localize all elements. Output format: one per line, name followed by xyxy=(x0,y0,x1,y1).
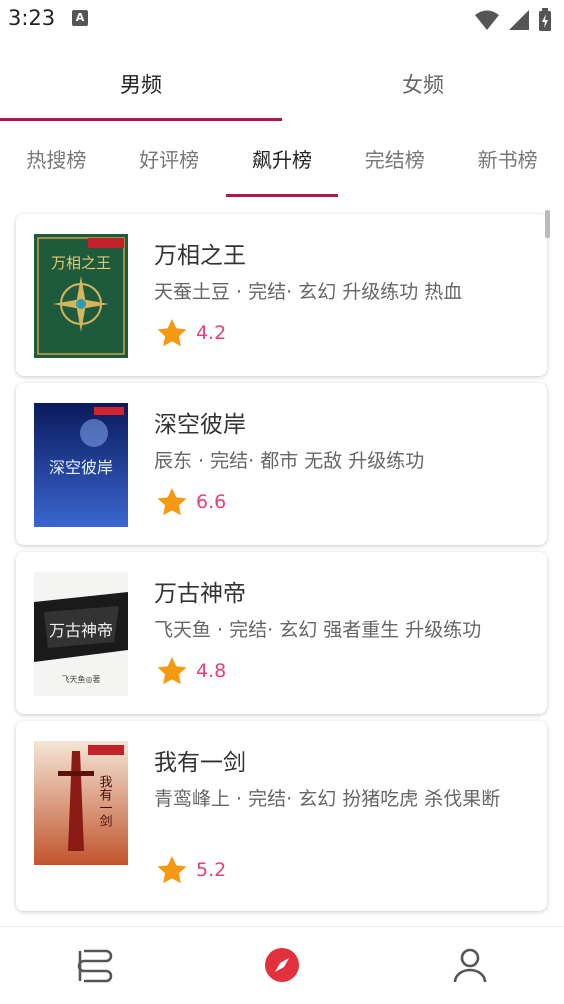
svg-text:飞天鱼◎著: 飞天鱼◎著 xyxy=(62,674,101,684)
screen: 3:23 A 男频 女频 热搜榜 好评榜 飙升榜 完结榜 新书榜 万相之王 万相… xyxy=(0,0,564,1004)
svg-text:万相之王: 万相之王 xyxy=(51,254,111,272)
tab-female[interactable]: 女频 xyxy=(282,52,564,118)
rank-tab-indicator xyxy=(226,194,338,197)
battery-icon xyxy=(539,8,551,31)
nav-profile[interactable] xyxy=(450,945,490,985)
rating-value: 4.8 xyxy=(196,660,227,682)
book-card[interactable]: 万古神帝 飞天鱼◎著 万古神帝 飞天鱼 · 完结· 玄幻 强者重生 升级练功 4… xyxy=(16,552,547,714)
svg-text:万古神帝: 万古神帝 xyxy=(49,621,113,640)
signal-icon xyxy=(509,10,529,30)
status-bar: 3:23 A xyxy=(0,0,564,40)
rank-tabs: 热搜榜 好评榜 飙升榜 完结榜 新书榜 xyxy=(0,136,564,198)
book-cover: 深空彼岸 xyxy=(34,403,128,527)
tab-new-books[interactable]: 新书榜 xyxy=(451,136,564,198)
star-icon xyxy=(157,856,187,884)
tab-completed[interactable]: 完结榜 xyxy=(338,136,451,198)
scrollbar[interactable] xyxy=(545,210,550,238)
tab-good-review[interactable]: 好评榜 xyxy=(113,136,226,198)
wifi-icon xyxy=(475,10,499,30)
book-cover: 万古神帝 飞天鱼◎著 xyxy=(34,572,128,696)
rating-value: 5.2 xyxy=(196,859,227,881)
rating-value: 6.6 xyxy=(196,491,227,513)
tab-hot-search[interactable]: 热搜榜 xyxy=(0,136,113,198)
svg-text:我有一剑: 我有一剑 xyxy=(97,775,113,827)
notification-icon: A xyxy=(72,10,88,26)
book-cover: 万相之王 xyxy=(34,234,128,358)
rating: 4.8 xyxy=(156,656,226,686)
gender-tabs: 男频 女频 xyxy=(0,52,564,122)
book-title: 万相之王 xyxy=(154,243,246,269)
book-title: 万古神帝 xyxy=(154,581,246,607)
bookshelf-icon xyxy=(77,949,113,983)
status-icons xyxy=(474,8,552,32)
book-list[interactable]: 万相之王 万相之王 天蚕土豆 · 完结· 玄幻 升级练功 热血 4.2 深空彼岸… xyxy=(0,212,564,922)
book-meta: 青鸾峰上 · 完结· 玄幻 扮猪吃虎 杀伐果断 xyxy=(154,788,501,810)
status-time: 3:23 xyxy=(8,6,56,30)
book-meta: 辰东 · 完结· 都市 无敌 升级练功 xyxy=(154,450,425,472)
book-title: 深空彼岸 xyxy=(154,412,246,438)
user-icon xyxy=(453,948,487,983)
book-card[interactable]: 万相之王 万相之王 天蚕土豆 · 完结· 玄幻 升级练功 热血 4.2 xyxy=(16,214,547,376)
rating-value: 4.2 xyxy=(196,322,227,344)
bottom-nav xyxy=(0,926,564,1004)
star-icon xyxy=(157,319,187,347)
rating: 5.2 xyxy=(156,855,226,885)
star-icon xyxy=(157,657,187,685)
book-meta: 天蚕土豆 · 完结· 玄幻 升级练功 热血 xyxy=(154,281,463,303)
book-cover: 我有一剑 xyxy=(34,741,128,865)
book-title: 我有一剑 xyxy=(154,750,246,776)
book-meta: 飞天鱼 · 完结· 玄幻 强者重生 升级练功 xyxy=(154,619,482,641)
gender-tab-indicator xyxy=(0,118,282,121)
nav-discover[interactable] xyxy=(262,945,302,985)
nav-bookshelf[interactable] xyxy=(74,945,114,985)
tab-rising[interactable]: 飙升榜 xyxy=(226,136,339,198)
tab-male[interactable]: 男频 xyxy=(0,52,282,118)
rating: 6.6 xyxy=(156,487,226,517)
compass-icon xyxy=(265,948,299,982)
book-card[interactable]: 深空彼岸 深空彼岸 辰东 · 完结· 都市 无敌 升级练功 6.6 xyxy=(16,383,547,545)
svg-text:深空彼岸: 深空彼岸 xyxy=(49,458,113,477)
star-icon xyxy=(157,488,187,516)
book-card[interactable]: 我有一剑 我有一剑 青鸾峰上 · 完结· 玄幻 扮猪吃虎 杀伐果断 5.2 xyxy=(16,721,547,911)
rating: 4.2 xyxy=(156,318,226,348)
